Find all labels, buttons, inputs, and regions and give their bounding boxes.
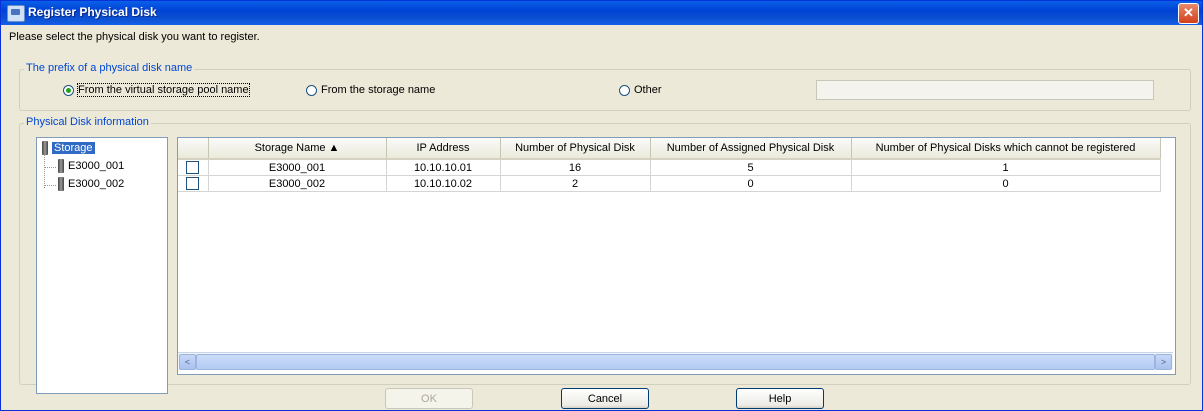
radio-storage-name-label: From the storage name	[321, 84, 436, 96]
cell-storage-name: E3000_002	[208, 175, 387, 192]
dialog-window: Register Physical Disk ✕ Please select t…	[0, 0, 1203, 411]
column-header-assigned-disk[interactable]: Number of Assigned Physical Disk	[650, 138, 852, 160]
tree-node-root-label: Storage	[52, 142, 95, 154]
tree-node-root[interactable]: Storage	[42, 141, 95, 155]
radio-unselected-icon	[619, 84, 630, 96]
radio-other-label: Other	[634, 84, 662, 96]
title-bar[interactable]: Register Physical Disk ✕	[1, 1, 1202, 25]
tree-connector	[44, 167, 56, 168]
tree-node-e3000-001[interactable]: E3000_001	[58, 159, 124, 173]
cell-ip-address: 10.10.10.02	[386, 175, 501, 192]
column-header-storage-name[interactable]: Storage Name ▲	[208, 138, 387, 160]
instruction-text: Please select the physical disk you want…	[9, 31, 260, 43]
horizontal-scrollbar[interactable]: < >	[178, 352, 1173, 370]
close-button[interactable]: ✕	[1178, 3, 1199, 24]
cell-assigned-disk: 5	[650, 159, 852, 176]
radio-selected-icon	[63, 84, 74, 96]
cell-ip-address: 10.10.10.01	[386, 159, 501, 176]
other-prefix-input[interactable]	[816, 80, 1154, 100]
cell-cannot-register: 0	[851, 175, 1161, 192]
storage-icon	[58, 177, 64, 191]
cell-assigned-disk: 0	[650, 175, 852, 192]
cancel-button[interactable]: Cancel	[561, 388, 649, 409]
table-row[interactable]: E3000_002 10.10.10.02 2 0 0	[178, 175, 1161, 192]
column-header-ip-address[interactable]: IP Address	[386, 138, 501, 160]
prefix-group-legend: The prefix of a physical disk name	[24, 62, 195, 74]
window-title: Register Physical Disk	[28, 5, 157, 19]
help-button[interactable]: Help	[736, 388, 824, 409]
scroll-right-arrow-icon[interactable]: >	[1155, 354, 1172, 370]
cell-storage-name: E3000_001	[208, 159, 387, 176]
tree-node-label: E3000_002	[68, 178, 125, 190]
row-checkbox[interactable]	[186, 161, 200, 174]
tree-connector	[44, 185, 56, 186]
storage-tree[interactable]	[36, 137, 168, 394]
radio-other[interactable]: Other	[619, 84, 662, 96]
disk-table: Storage Name ▲ IP Address Number of Phys…	[177, 137, 1176, 375]
ok-button[interactable]: OK	[385, 388, 473, 409]
radio-unselected-icon	[306, 84, 317, 96]
table-row[interactable]: E3000_001 10.10.10.01 16 5 1	[178, 159, 1161, 176]
cell-physical-disk: 16	[500, 159, 651, 176]
tree-connector	[44, 154, 45, 188]
storage-icon	[58, 159, 64, 173]
row-checkbox[interactable]	[186, 177, 200, 190]
radio-virtual-pool[interactable]: From the virtual storage pool name	[63, 83, 250, 97]
column-header-physical-disk[interactable]: Number of Physical Disk	[500, 138, 651, 160]
scrollbar-thumb[interactable]	[196, 354, 1155, 370]
radio-storage-name[interactable]: From the storage name	[306, 84, 435, 96]
cell-physical-disk: 2	[500, 175, 651, 192]
app-icon	[7, 5, 25, 22]
scroll-left-arrow-icon[interactable]: <	[179, 354, 196, 370]
column-header-cannot-register[interactable]: Number of Physical Disks which cannot be…	[851, 138, 1161, 160]
column-header-select[interactable]	[178, 138, 209, 160]
storage-icon	[42, 141, 48, 155]
disk-info-legend: Physical Disk information	[24, 116, 151, 128]
tree-node-e3000-002[interactable]: E3000_002	[58, 177, 124, 191]
cell-cannot-register: 1	[851, 159, 1161, 176]
radio-virtual-pool-label: From the virtual storage pool name	[77, 83, 250, 97]
tree-node-label: E3000_001	[68, 160, 125, 172]
